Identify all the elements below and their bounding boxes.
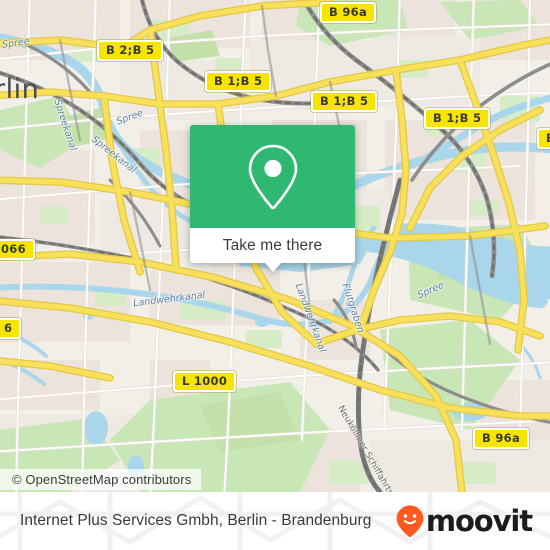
- take-me-there-label: Take me there: [222, 236, 323, 254]
- road-shield: B 1: [537, 128, 550, 150]
- road-shield: L 1000: [173, 371, 237, 393]
- road-shield: 066: [0, 239, 35, 261]
- map-canvas[interactable]: .bg { fill:#f2efe9; } .blk { fill:#ece3d…: [0, 0, 550, 492]
- road-shield: 6: [0, 318, 22, 340]
- road-shield: B 96a: [473, 428, 530, 450]
- moovit-smiley-pin-icon: [396, 505, 424, 538]
- moovit-wordmark: moovit: [425, 503, 533, 538]
- road-shield: B 1;B 5: [311, 91, 378, 113]
- callout-icon-panel: [190, 125, 355, 228]
- callout-pointer-tail: [263, 262, 282, 272]
- take-me-there-callout[interactable]: Take me there: [190, 125, 355, 272]
- map-pin-icon: [248, 144, 297, 209]
- page-title: Internet Plus Services Gmbh, Berlin - Br…: [20, 512, 372, 529]
- callout-action-panel[interactable]: Take me there: [190, 228, 355, 272]
- road-shield: B 2;B 5: [97, 40, 164, 62]
- road-shield: B 1;B 5: [424, 108, 491, 130]
- footer-bar: Internet Plus Services Gmbh, Berlin - Br…: [0, 492, 550, 550]
- osm-attribution[interactable]: © OpenStreetMap contributors: [0, 469, 202, 490]
- road-shield: B 1;B 5: [205, 71, 272, 93]
- road-shield: B 96a: [320, 2, 377, 24]
- moovit-brand-logo[interactable]: moovit: [395, 503, 533, 538]
- moovit-map-screenshot: .bg { fill:#f2efe9; } .blk { fill:#ece3d…: [0, 0, 550, 550]
